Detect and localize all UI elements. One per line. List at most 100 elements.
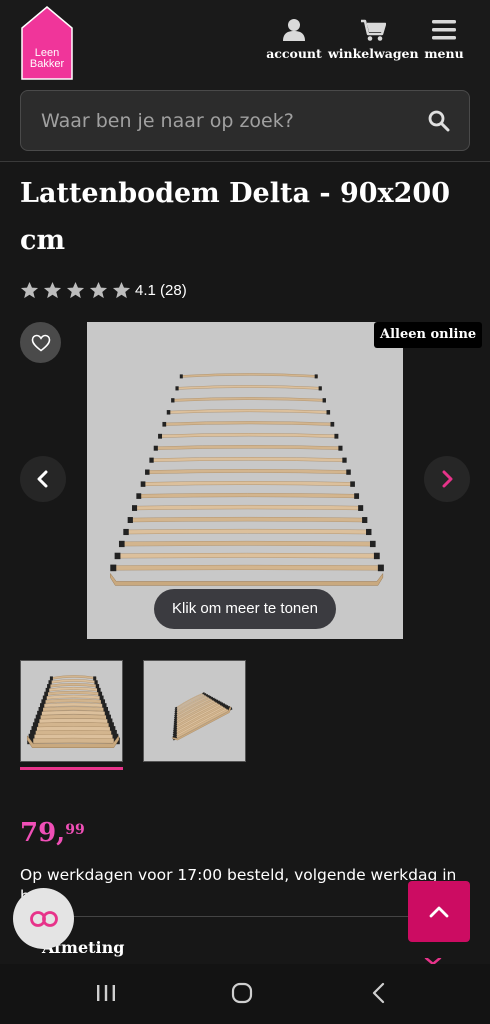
recent-apps-icon[interactable] — [95, 982, 117, 1004]
online-only-badge: Alleen online — [374, 322, 483, 348]
slat-cap — [366, 528, 372, 536]
show-more-button[interactable]: Klik om meer te tonen — [154, 589, 336, 629]
slat — [159, 433, 338, 438]
thumbnail-1[interactable] — [20, 660, 123, 762]
heart-icon — [31, 334, 50, 352]
slat-cap — [342, 457, 347, 463]
slat-cap — [45, 687, 50, 693]
thumbnail-image-front — [26, 675, 120, 748]
account-label: account — [266, 46, 322, 61]
slat — [50, 679, 98, 684]
slat-cap — [93, 676, 97, 681]
slat-cap — [377, 564, 384, 572]
star-icon — [43, 281, 62, 298]
slat-cap — [322, 398, 326, 403]
star-icon — [20, 281, 39, 298]
slat-cap — [49, 676, 53, 681]
slat — [29, 737, 117, 744]
slat-cap — [97, 687, 101, 693]
slat-cap — [114, 552, 121, 560]
slat-cap — [48, 680, 52, 685]
slat — [112, 564, 382, 571]
slat-cap — [94, 680, 98, 685]
menu-label: menu — [424, 46, 464, 61]
slat-cap — [158, 433, 163, 439]
rating-value: 4.1 — [135, 281, 156, 299]
chevron-left-icon — [37, 470, 48, 488]
favorite-button[interactable] — [20, 322, 61, 363]
cart-label: winkelwagen — [328, 46, 419, 61]
slat-cap — [110, 564, 117, 572]
site-header: Leen Bakker account winkelwagen menu — [0, 0, 490, 162]
rating-count: (28) — [160, 281, 187, 299]
section-divider — [20, 916, 470, 917]
back-icon[interactable] — [370, 982, 388, 1004]
slat-cap — [136, 493, 142, 499]
selected-thumbnail-indicator — [20, 767, 123, 770]
slat-cap — [95, 684, 100, 689]
slat-cap — [179, 374, 183, 379]
slat-cap — [175, 386, 179, 391]
chevron-up-icon — [429, 906, 449, 917]
leen-bakker-logo[interactable]: Leen Bakker — [20, 6, 74, 80]
thumbnail-image-angle — [171, 692, 233, 741]
system-navigation-bar — [0, 964, 490, 1024]
slat — [133, 504, 362, 511]
slat-cap — [149, 457, 154, 463]
scroll-to-top-button[interactable] — [408, 881, 470, 942]
star-icon — [112, 281, 131, 298]
next-image-button[interactable] — [424, 456, 470, 502]
cart-button[interactable]: winkelwagen — [328, 18, 419, 61]
search-input[interactable] — [41, 91, 421, 150]
product-rating[interactable]: 4.1 (28) — [20, 278, 187, 302]
star-icon — [89, 281, 108, 298]
slat-cap — [362, 517, 368, 523]
slat-cap — [132, 505, 138, 511]
search-icon[interactable] — [427, 109, 451, 133]
slat — [151, 457, 346, 462]
slat-cap — [350, 481, 355, 487]
slat — [138, 493, 358, 499]
slat-cap — [354, 493, 360, 499]
slat-cap — [153, 445, 158, 451]
price-cents: 99 — [65, 822, 85, 838]
chat-icon — [29, 910, 58, 927]
slat-cap — [326, 410, 331, 415]
slat — [168, 409, 330, 414]
slat — [44, 694, 103, 700]
slat-cap — [140, 481, 146, 487]
slat — [120, 540, 374, 547]
slat — [177, 385, 322, 390]
slat — [142, 481, 354, 487]
cart-icon — [361, 19, 386, 41]
home-icon[interactable] — [230, 982, 254, 1004]
bed-frame — [110, 572, 384, 586]
slat-cap — [334, 433, 339, 439]
slat — [46, 690, 102, 696]
slat-cap — [369, 540, 376, 548]
product-title: Lattenbodem Delta - 90x200 cm — [20, 178, 450, 256]
previous-image-button[interactable] — [20, 456, 66, 502]
slat-cap — [373, 552, 380, 560]
menu-button[interactable]: menu — [424, 18, 464, 61]
slat — [125, 528, 370, 535]
chat-button[interactable] — [13, 888, 74, 949]
price-main: 79, — [20, 818, 66, 848]
logo-text-line2: Bakker — [29, 58, 65, 70]
slat — [146, 469, 350, 475]
slat-cap — [166, 410, 171, 415]
account-button[interactable]: account — [266, 18, 322, 61]
thumbnail-2[interactable] — [143, 660, 246, 762]
slat-cap — [171, 398, 175, 403]
chevron-right-icon — [442, 470, 453, 488]
slat — [51, 675, 97, 680]
slat-cap — [47, 684, 51, 689]
slat — [48, 683, 99, 688]
slat-cap — [338, 445, 343, 451]
slat — [172, 397, 326, 402]
product-price: 79,99 — [20, 818, 85, 848]
slat-cap — [330, 421, 335, 427]
slat-cap — [346, 469, 351, 475]
slat-cap — [118, 540, 125, 548]
search-bar — [20, 90, 470, 151]
